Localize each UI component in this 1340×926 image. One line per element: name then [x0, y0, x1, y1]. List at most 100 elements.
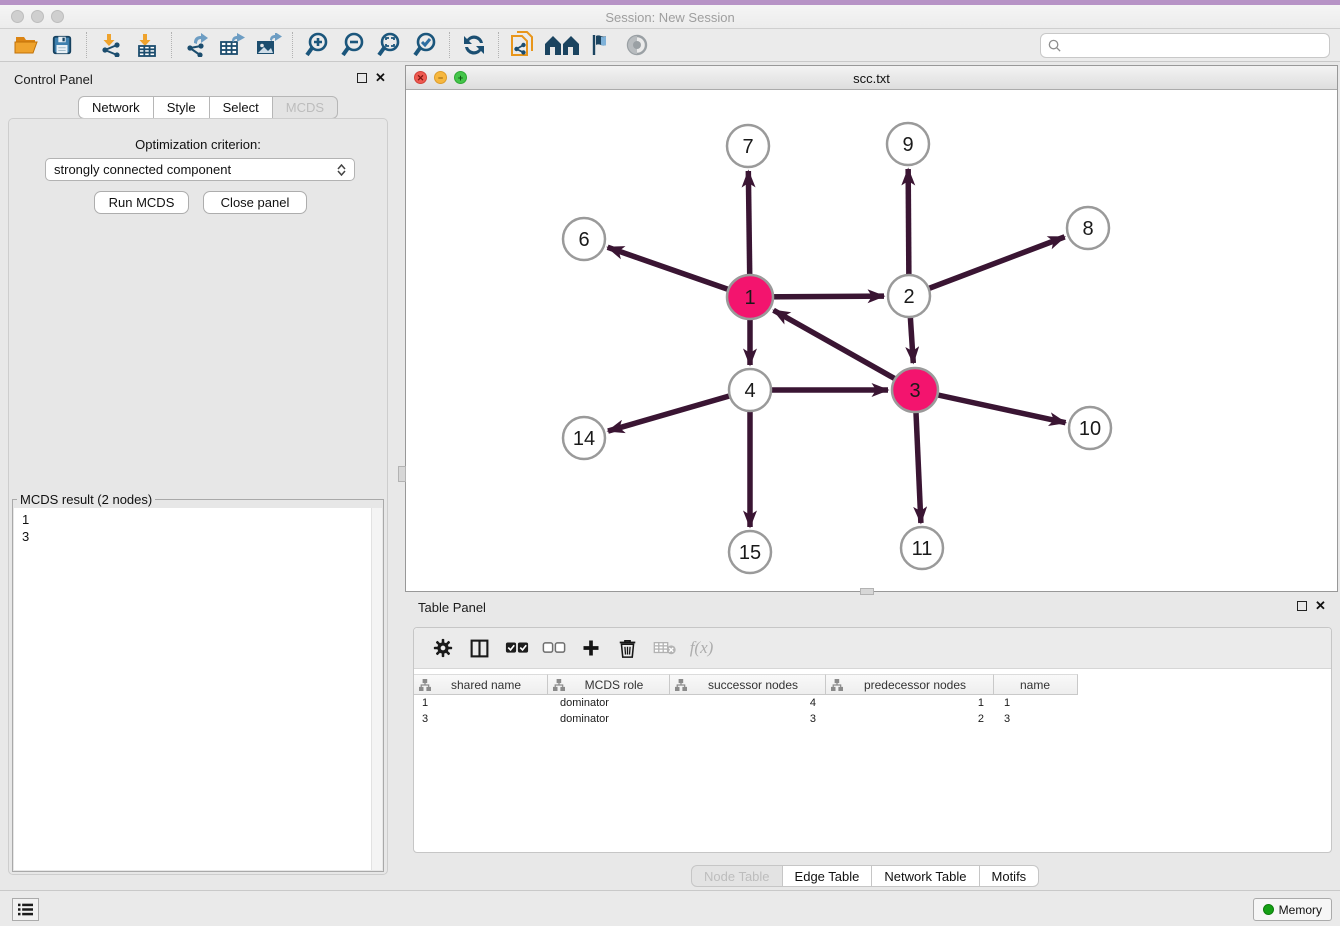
- column-header-name[interactable]: name: [994, 674, 1078, 695]
- zoom-selected-button[interactable]: [407, 30, 443, 60]
- deselect-all-button[interactable]: [535, 632, 572, 664]
- zoom-in-icon: [304, 32, 330, 58]
- table-cell[interactable]: 2: [826, 711, 994, 727]
- node-label-7: 7: [742, 136, 753, 158]
- result-line: 1: [22, 511, 382, 528]
- memory-button[interactable]: Memory: [1253, 898, 1332, 921]
- column-header-MCDS-role[interactable]: MCDS role: [548, 674, 670, 695]
- add-row-button[interactable]: [572, 632, 609, 664]
- mcds-result-lines: 13: [14, 508, 382, 545]
- table-row[interactable]: 3dominator323: [414, 711, 1078, 727]
- network-from-file-button[interactable]: [505, 30, 541, 60]
- search-field[interactable]: [1040, 33, 1330, 58]
- table-cell[interactable]: 3: [414, 711, 548, 727]
- node-label-15: 15: [739, 542, 761, 564]
- gear-icon: [432, 637, 454, 659]
- export-table-icon: [219, 33, 245, 57]
- import-table-icon: [135, 33, 159, 57]
- function-builder-button[interactable]: f(x): [683, 632, 720, 664]
- task-history-button[interactable]: [12, 898, 39, 921]
- export-network-button[interactable]: [178, 30, 214, 60]
- table-panel-tabs: Node TableEdge TableNetwork TableMotifs: [691, 865, 1039, 887]
- column-header-predecessor-nodes[interactable]: predecessor nodes: [826, 674, 994, 695]
- apply-layout-button[interactable]: [456, 30, 492, 60]
- show-all-button[interactable]: [619, 30, 655, 60]
- control-panel-close-button[interactable]: ✕: [375, 73, 386, 83]
- import-table-button[interactable]: [129, 30, 165, 60]
- checked-boxes-icon: [505, 641, 529, 655]
- control-panel-float-button[interactable]: [357, 73, 367, 83]
- control-tab-mcds[interactable]: MCDS: [273, 96, 338, 119]
- table-panel-window-buttons: ✕: [1297, 601, 1326, 611]
- control-tab-style[interactable]: Style: [154, 96, 210, 119]
- control-tab-network[interactable]: Network: [78, 96, 154, 119]
- table-cell[interactable]: 4: [670, 695, 826, 711]
- export-table-button[interactable]: [214, 30, 250, 60]
- control-tab-select[interactable]: Select: [210, 96, 273, 119]
- control-panel-title: Control Panel: [14, 72, 93, 87]
- network-canvas[interactable]: 7968124314101511: [406, 90, 1337, 591]
- edge-3-1[interactable]: [774, 310, 915, 390]
- open-session-button[interactable]: [8, 30, 44, 60]
- table-body: 1dominator4113dominator323: [414, 695, 1078, 727]
- export-image-icon: [255, 33, 282, 57]
- table-settings-button[interactable]: [424, 632, 461, 664]
- table-cell[interactable]: 1: [826, 695, 994, 711]
- memory-status-dot: [1263, 904, 1274, 915]
- edge-2-8[interactable]: [909, 237, 1065, 296]
- delete-column-button[interactable]: [646, 632, 683, 664]
- node-label-1: 1: [744, 287, 755, 309]
- hide-selected-button[interactable]: [583, 30, 619, 60]
- select-all-button[interactable]: [498, 632, 535, 664]
- table-tab-network-table[interactable]: Network Table: [872, 865, 979, 887]
- column-label: predecessor nodes: [843, 678, 991, 692]
- table-cell[interactable]: 1: [994, 695, 1078, 711]
- search-input[interactable]: [1062, 36, 1329, 56]
- table-tab-motifs[interactable]: Motifs: [980, 865, 1040, 887]
- table-cell[interactable]: 1: [414, 695, 548, 711]
- node-label-2: 2: [903, 286, 914, 308]
- node-label-9: 9: [902, 134, 913, 156]
- vertical-splitter-handle[interactable]: [398, 466, 406, 482]
- import-network-button[interactable]: [93, 30, 129, 60]
- toolbar-separator: [292, 32, 293, 58]
- zoom-out-button[interactable]: [335, 30, 371, 60]
- first-neighbors-button[interactable]: [541, 30, 583, 60]
- zoom-fit-button[interactable]: [371, 30, 407, 60]
- mcds-result-textarea[interactable]: 13: [14, 508, 382, 870]
- run-mcds-button[interactable]: Run MCDS: [94, 191, 189, 214]
- columns-icon: [469, 638, 490, 659]
- network-window-titlebar[interactable]: ✕ − + scc.txt: [406, 66, 1337, 90]
- table-cell[interactable]: 3: [994, 711, 1078, 727]
- save-session-button[interactable]: [44, 30, 80, 60]
- table-tab-node-table[interactable]: Node Table: [691, 865, 783, 887]
- table-tab-edge-table[interactable]: Edge Table: [783, 865, 873, 887]
- delete-row-button[interactable]: [609, 632, 646, 664]
- table-header-row: shared nameMCDS rolesuccessor nodes prede…: [414, 674, 1078, 695]
- table-panel-float-button[interactable]: [1297, 601, 1307, 611]
- column-header-shared-name[interactable]: shared name: [414, 674, 548, 695]
- column-header-successor-nodes[interactable]: successor nodes: [670, 674, 826, 695]
- export-image-button[interactable]: [250, 30, 286, 60]
- mcds-result-group: MCDS result (2 nodes) 13: [12, 492, 384, 872]
- criterion-dropdown-value: strongly connected component: [54, 162, 231, 177]
- zoom-in-button[interactable]: [299, 30, 335, 60]
- table-row[interactable]: 1dominator411: [414, 695, 1078, 711]
- node-label-10: 10: [1079, 418, 1101, 440]
- network-window-title: scc.txt: [406, 71, 1337, 86]
- table-cell[interactable]: dominator: [548, 711, 670, 727]
- close-panel-button[interactable]: Close panel: [203, 191, 307, 214]
- refresh-icon: [462, 33, 486, 57]
- memory-label: Memory: [1279, 903, 1322, 917]
- show-eye-icon: [625, 33, 649, 57]
- table-cell[interactable]: dominator: [548, 695, 670, 711]
- result-scrollbar[interactable]: [371, 508, 382, 870]
- toggle-columns-button[interactable]: [461, 632, 498, 664]
- unchecked-boxes-icon: [542, 641, 566, 655]
- table-panel-title: Table Panel: [418, 600, 486, 615]
- criterion-dropdown[interactable]: strongly connected component: [45, 158, 355, 181]
- table-cell[interactable]: 3: [670, 711, 826, 727]
- horizontal-splitter-handle[interactable]: [860, 588, 874, 595]
- table-panel-close-button[interactable]: ✕: [1315, 601, 1326, 611]
- zoom-fit-icon: [376, 32, 402, 58]
